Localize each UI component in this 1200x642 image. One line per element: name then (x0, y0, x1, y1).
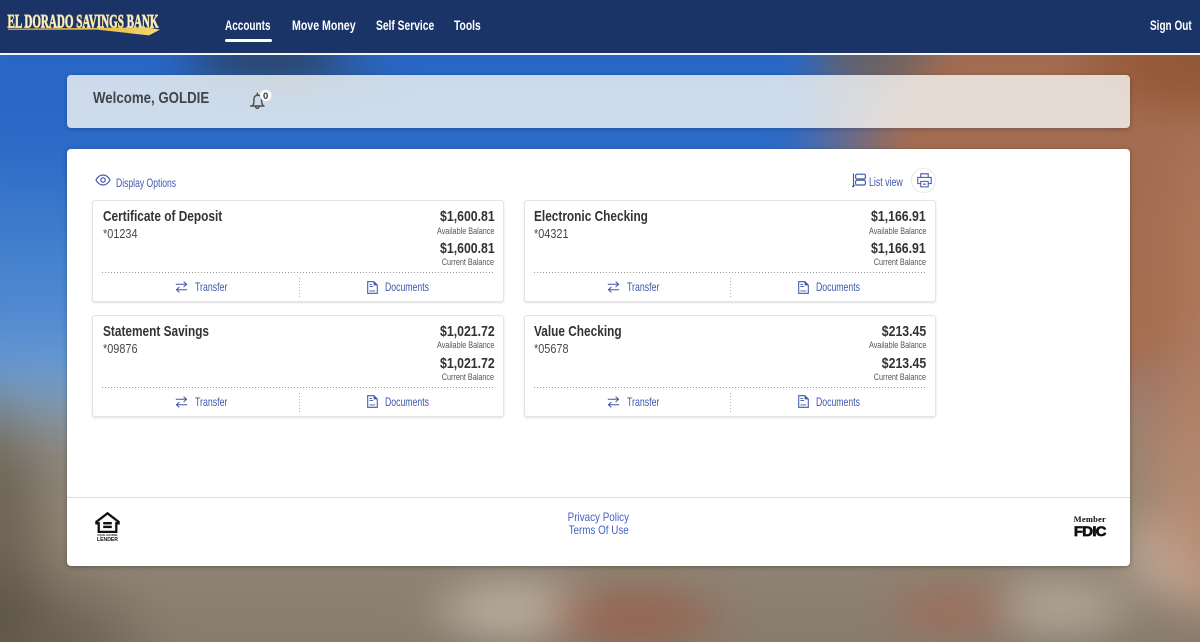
svg-text:LENDER: LENDER (97, 537, 118, 542)
svg-text:0: 0 (263, 91, 268, 102)
